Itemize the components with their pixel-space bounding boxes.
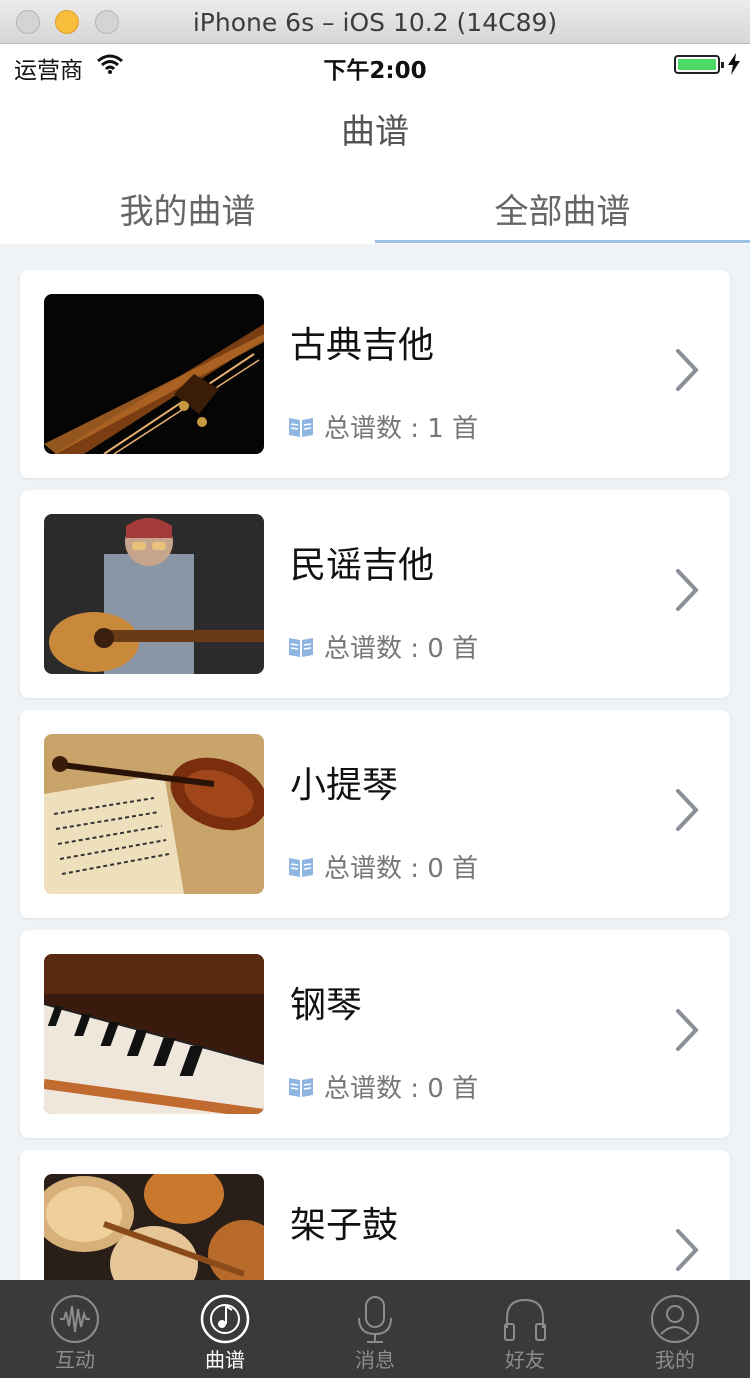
tabbar-item-me[interactable]: 我的 bbox=[600, 1280, 750, 1378]
window-title: iPhone 6s – iOS 10.2 (14C89) bbox=[192, 8, 558, 37]
book-icon bbox=[289, 857, 313, 877]
classical-guitar-image bbox=[44, 294, 264, 454]
navigation-header: 曲谱 我的曲谱 全部曲谱 bbox=[0, 84, 750, 244]
person-icon bbox=[651, 1295, 699, 1343]
tabbar-label: 好友 bbox=[505, 1348, 545, 1372]
waveform-icon bbox=[51, 1295, 99, 1343]
microphone-icon bbox=[358, 1296, 392, 1343]
chevron-right-icon[interactable] bbox=[674, 788, 700, 832]
chevron-right-icon[interactable] bbox=[674, 348, 700, 392]
violin-image bbox=[44, 734, 264, 894]
instrument-list[interactable]: 古典吉他 总谱数 : 1 首 民谣吉他 总谱数: 0 首 小提琴 总谱数: … bbox=[0, 270, 750, 1280]
battery-icon bbox=[674, 55, 724, 74]
charging-bolt-icon bbox=[728, 53, 740, 75]
ios-status-bar: 运营商 下午2:00 bbox=[0, 44, 750, 84]
score-count-text: 总谱数 : 0 首 bbox=[324, 634, 479, 664]
score-count-text: 总谱数 : 0 首 bbox=[324, 1074, 479, 1104]
tabbar-item-interact[interactable]: 互动 bbox=[0, 1280, 150, 1378]
status-time: 下午2:00 bbox=[323, 58, 427, 84]
chevron-right-icon[interactable] bbox=[674, 568, 700, 612]
tabbar-label: 我的 bbox=[655, 1348, 695, 1372]
book-icon bbox=[289, 637, 313, 657]
instrument-name: 钢琴 bbox=[290, 985, 363, 1026]
instrument-card[interactable]: 古典吉他 总谱数 : 1 首 bbox=[20, 270, 730, 478]
score-count: 总谱数 : 1 首 bbox=[288, 408, 478, 445]
score-count-text: 总谱数 : 0 首 bbox=[324, 854, 479, 884]
folk-guitar-image bbox=[44, 514, 264, 674]
simulator-title-bar: iPhone 6s – iOS 10.2 (14C89) bbox=[0, 0, 750, 44]
piano-image bbox=[44, 954, 264, 1114]
instrument-card[interactable]: 架子鼓 bbox=[20, 1150, 730, 1280]
instrument-card[interactable]: 小提琴 总谱数 : 0 首 bbox=[20, 710, 730, 918]
instrument-card[interactable]: 钢琴 总谱数 : 0 首 bbox=[20, 930, 730, 1138]
instrument-name: 架子鼓 bbox=[290, 1205, 399, 1246]
instrument-name: 小提琴 bbox=[290, 765, 399, 806]
chevron-right-icon[interactable] bbox=[674, 1008, 700, 1052]
score-count: 总谱数 : 0 首 bbox=[288, 848, 478, 885]
score-count-text: 总谱数 : 1 首 bbox=[324, 414, 479, 444]
book-icon bbox=[289, 1077, 313, 1097]
chevron-right-icon[interactable] bbox=[674, 1228, 700, 1272]
tabbar-item-friends[interactable]: 好友 bbox=[450, 1280, 600, 1378]
page-title: 曲谱 bbox=[341, 112, 409, 152]
book-icon bbox=[289, 417, 313, 437]
score-count: 总谱数 : 0 首 bbox=[288, 1068, 478, 1105]
music-disc-icon bbox=[200, 1294, 250, 1344]
tabbar-item-scores[interactable]: 曲谱 bbox=[150, 1280, 300, 1378]
tabbar-label: 互动 bbox=[55, 1348, 95, 1372]
tabbar-item-messages[interactable]: 消息 bbox=[300, 1280, 450, 1378]
drum-kit-image bbox=[44, 1174, 264, 1280]
tab-all-scores[interactable]: 全部曲谱 bbox=[375, 184, 750, 242]
tabbar-label: 曲谱 bbox=[205, 1348, 245, 1372]
score-count: 总谱数 : 0 首 bbox=[288, 628, 478, 665]
active-tab-indicator bbox=[375, 240, 750, 243]
bottom-tab-bar: 互动 曲谱 消息 好友 我的 bbox=[0, 1280, 750, 1378]
instrument-name: 古典吉他 bbox=[290, 325, 435, 366]
instrument-card[interactable]: 民谣吉他 总谱数 : 0 首 bbox=[20, 490, 730, 698]
tab-my-scores[interactable]: 我的曲谱 bbox=[0, 184, 375, 242]
headphones-icon bbox=[504, 1298, 546, 1341]
instrument-name: 民谣吉他 bbox=[290, 545, 435, 586]
tabbar-label: 消息 bbox=[355, 1348, 395, 1372]
